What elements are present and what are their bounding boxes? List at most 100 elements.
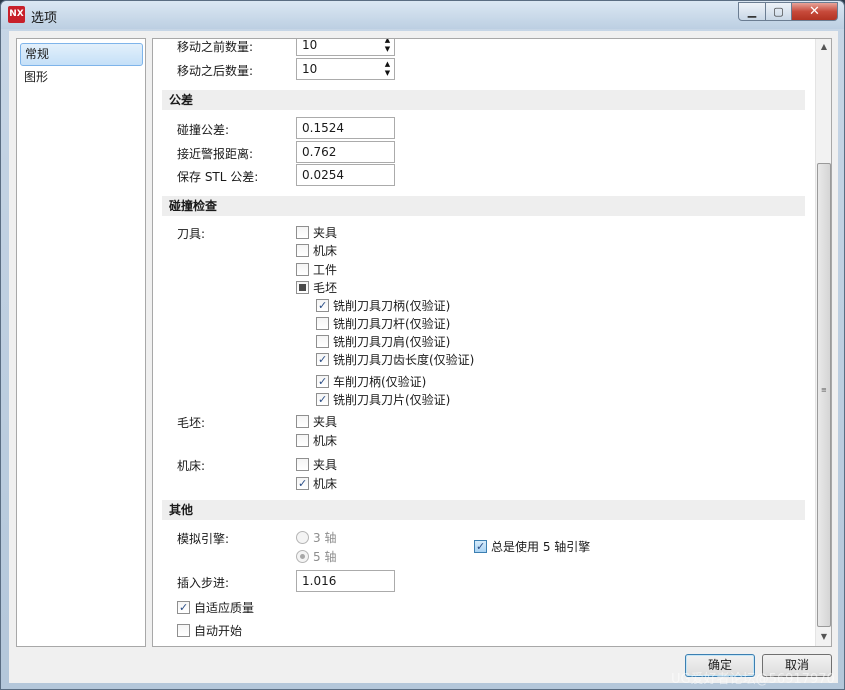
scroll-up-icon[interactable]: ▲ <box>816 39 831 55</box>
checkbox-label: 机床 <box>313 243 338 258</box>
checkbox-label: 车削刀柄(仅验证) <box>333 374 427 389</box>
window-title: 选项 <box>31 11 58 26</box>
checkbox-box <box>177 600 190 614</box>
checkbox-label: 铣削刀具刀齿长度(仅验证) <box>333 352 475 367</box>
maximize-icon: ▢ <box>773 5 784 18</box>
tool-machine-checkbox[interactable]: 机床 <box>296 242 337 258</box>
insert-step-input[interactable]: 1.016 <box>296 570 395 592</box>
checkbox-label: 工件 <box>313 262 338 277</box>
checkbox-label: 总是使用 5 轴引擎 <box>491 539 591 554</box>
checkbox-box <box>296 243 309 257</box>
turning-holder-checkbox[interactable]: 车削刀柄(仅验证) <box>316 373 426 389</box>
spin-up-icon: ▲ <box>384 38 391 44</box>
milling-shank-checkbox[interactable]: 铣削刀具刀杆(仅验证) <box>316 315 450 331</box>
checkbox-box <box>316 374 329 388</box>
checkbox-box <box>296 457 309 471</box>
close-button[interactable]: ✕ <box>792 2 838 21</box>
near-miss-input[interactable]: 0.762 <box>296 141 395 163</box>
scroll-thumb[interactable]: ≡ <box>817 163 831 627</box>
section-header-tolerance: 公差 <box>162 90 805 110</box>
checkbox-label: 机床 <box>313 433 338 448</box>
milling-holder-checkbox[interactable]: 铣削刀具刀柄(仅验证) <box>316 297 450 313</box>
sim-engine-label: 模拟引擎: <box>177 532 230 546</box>
nx-app-icon: NX <box>8 6 25 23</box>
checkbox-box <box>296 262 309 276</box>
move-after-stepper[interactable]: 10 ▲ ▼ <box>296 58 395 80</box>
checkbox-box <box>316 316 329 330</box>
section-header-collision-check: 碰撞检查 <box>162 196 805 216</box>
sidebar-item-graphics[interactable]: 图形 <box>20 67 143 90</box>
checkbox-box <box>474 539 487 553</box>
checkbox-label: 机床 <box>313 476 338 491</box>
minimize-icon: ▁ <box>747 5 757 18</box>
grip-icon: ≡ <box>821 386 827 394</box>
checkbox-box <box>316 392 329 406</box>
category-list: 常规 图形 <box>16 38 146 647</box>
stl-tolerance-label: 保存 STL 公差: <box>177 170 259 184</box>
tool-stock-checkbox[interactable]: 毛坯 <box>296 279 337 295</box>
checkbox-label: 铣削刀具刀肩(仅验证) <box>333 334 451 349</box>
checkbox-label: 铣削刀具刀片(仅验证) <box>333 392 451 407</box>
move-before-spin[interactable]: ▲ ▼ <box>382 38 393 54</box>
checkbox-box <box>177 623 190 637</box>
checkbox-label: 夹具 <box>313 457 338 472</box>
collision-tolerance-input[interactable]: 0.1524 <box>296 117 395 139</box>
stock-label: 毛坯: <box>177 416 206 430</box>
section-header-other: 其他 <box>162 500 805 520</box>
vertical-scrollbar[interactable]: ▲ ≡ ▼ <box>815 39 831 646</box>
minimize-button[interactable]: ▁ <box>738 2 766 21</box>
scroll-down-icon[interactable]: ▼ <box>816 629 831 645</box>
checkbox-label: 铣削刀具刀杆(仅验证) <box>333 316 451 331</box>
checkbox-label: 夹具 <box>313 225 338 240</box>
checkbox-box <box>316 334 329 348</box>
insert-step-label: 插入步进: <box>177 576 230 590</box>
checkbox-box <box>316 352 329 366</box>
checkbox-label: 自适应质量 <box>194 600 255 615</box>
move-after-label: 移动之后数量: <box>177 64 254 78</box>
spin-down-icon: ▼ <box>384 45 391 53</box>
always-5axis-checkbox[interactable]: 总是使用 5 轴引擎 <box>474 538 590 554</box>
checkbox-box <box>296 280 309 294</box>
tool-fixture-checkbox[interactable]: 夹具 <box>296 224 337 240</box>
checkbox-label: 夹具 <box>313 414 338 429</box>
adaptive-quality-checkbox[interactable]: 自适应质量 <box>177 599 254 615</box>
engine-5axis-radio[interactable]: 5 轴 <box>296 548 336 564</box>
stock-fixture-checkbox[interactable]: 夹具 <box>296 413 337 429</box>
radio-circle <box>296 530 309 544</box>
title-bar: NX 选项 ▁ ▢ ✕ <box>1 1 844 29</box>
move-before-label: 移动之前数量: <box>177 40 254 54</box>
settings-content: 移动之前数量: 10 ▲ ▼ 移动之后数量: 10 ▲ ▼ 公差 碰撞公差: 0.1… <box>153 39 815 646</box>
checkbox-box <box>296 476 309 490</box>
checkbox-label: 自动开始 <box>194 623 243 638</box>
move-after-value: 10 <box>302 62 318 76</box>
machine-machine-checkbox[interactable]: 机床 <box>296 475 337 491</box>
tool-workpiece-checkbox[interactable]: 工件 <box>296 261 337 277</box>
move-before-value: 10 <box>302 38 318 52</box>
checkbox-box <box>316 298 329 312</box>
window-controls: ▁ ▢ ✕ <box>738 2 838 21</box>
close-icon: ✕ <box>809 4 820 19</box>
milling-shoulder-checkbox[interactable]: 铣削刀具刀肩(仅验证) <box>316 333 450 349</box>
stl-tolerance-input[interactable]: 0.0254 <box>296 164 395 186</box>
milling-insert-checkbox[interactable]: 铣削刀具刀片(仅验证) <box>316 391 450 407</box>
move-before-stepper[interactable]: 10 ▲ ▼ <box>296 38 395 56</box>
spin-up-icon: ▲ <box>384 60 391 68</box>
sidebar-item-general[interactable]: 常规 <box>20 43 143 66</box>
options-dialog: NX 选项 ▁ ▢ ✕ 常规 图形 移动之前数量: 10 ▲ ▼ 移动之后数量: … <box>0 0 845 690</box>
checkbox-box <box>296 225 309 239</box>
checkbox-label: 毛坯 <box>313 280 338 295</box>
collision-tolerance-label: 碰撞公差: <box>177 123 230 137</box>
milling-flute-length-checkbox[interactable]: 铣削刀具刀齿长度(仅验证) <box>316 351 474 367</box>
checkbox-label: 铣削刀具刀柄(仅验证) <box>333 298 451 313</box>
checkbox-box <box>296 433 309 447</box>
stock-machine-checkbox[interactable]: 机床 <box>296 432 337 448</box>
spin-down-icon: ▼ <box>384 69 391 77</box>
engine-3axis-radio[interactable]: 3 轴 <box>296 529 336 545</box>
dialog-client-area: 常规 图形 移动之前数量: 10 ▲ ▼ 移动之后数量: 10 ▲ ▼ 公差 碰撞公… <box>9 31 838 683</box>
maximize-button[interactable]: ▢ <box>766 2 792 21</box>
watermark-text: UG爱好者论坛@56917970 <box>671 672 835 687</box>
machine-fixture-checkbox[interactable]: 夹具 <box>296 456 337 472</box>
move-after-spin[interactable]: ▲ ▼ <box>382 60 393 78</box>
auto-start-checkbox[interactable]: 自动开始 <box>177 622 242 638</box>
machine-label: 机床: <box>177 459 206 473</box>
